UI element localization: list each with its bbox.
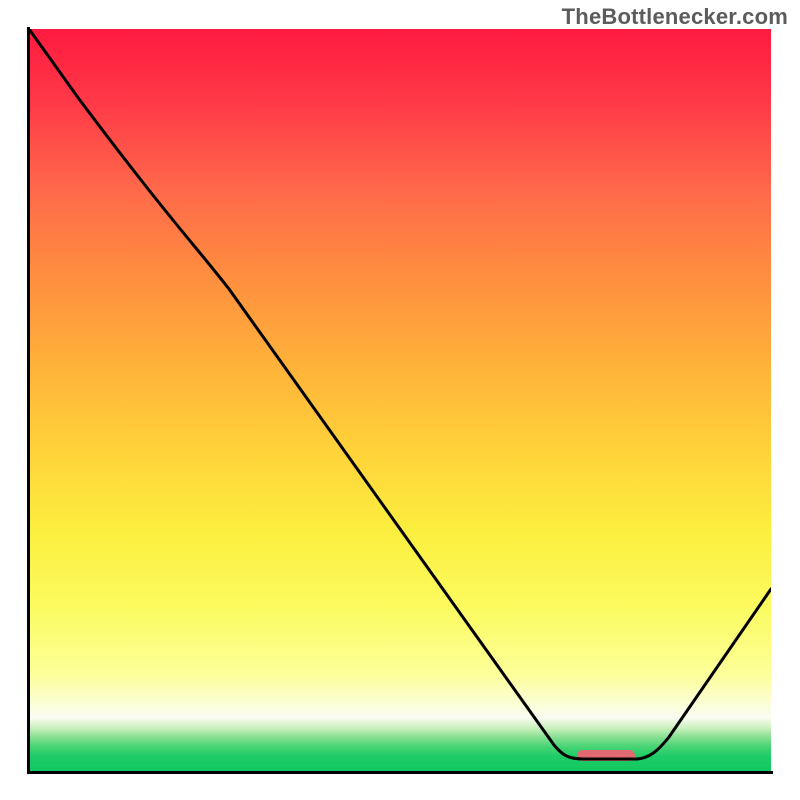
chart-container: TheBottlenecker.com: [0, 0, 800, 800]
x-axis: [27, 771, 773, 774]
data-curve: [29, 29, 771, 771]
watermark-text: TheBottlenecker.com: [562, 4, 788, 30]
y-axis: [27, 27, 30, 773]
plot-area: [29, 29, 771, 771]
